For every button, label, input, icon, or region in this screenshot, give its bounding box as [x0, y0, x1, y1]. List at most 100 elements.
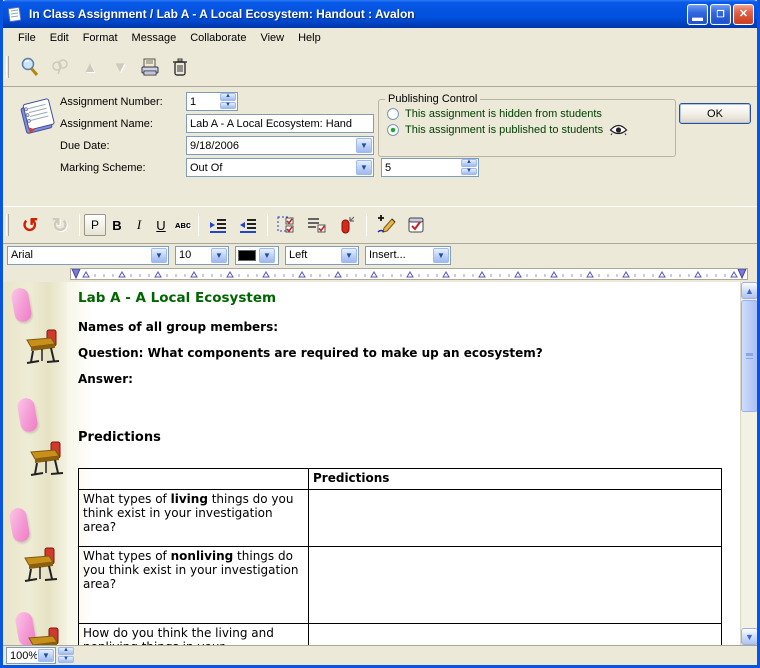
menu-format[interactable]: Format: [76, 30, 125, 46]
question-cell: What types of nonliving things do you th…: [79, 547, 309, 624]
menu-collaborate[interactable]: Collaborate: [183, 30, 253, 46]
maximize-button[interactable]: ❐: [710, 4, 731, 25]
checklist-icon[interactable]: [304, 212, 330, 238]
eye-icon: [609, 124, 628, 136]
document-title: Lab A - A Local Ecosystem: [78, 290, 276, 306]
scrollbar-thumb[interactable]: [741, 300, 757, 412]
font-size-select[interactable]: 10 ▼: [175, 246, 229, 265]
answer-cell[interactable]: [309, 624, 722, 646]
font-toolbar: Arial ▼ 10 ▼ ▼ Left ▼ Insert... ▼: [3, 244, 757, 266]
desk-clipart: [27, 440, 67, 478]
assignment-name-input[interactable]: Lab A - A Local Ecosystem: Hand: [186, 114, 374, 133]
marking-points-stepper[interactable]: 5 ▲▼: [381, 158, 479, 177]
answer-cell[interactable]: [309, 547, 722, 624]
radio-icon[interactable]: [387, 124, 399, 136]
marking-scheme-select[interactable]: Out Of ▼: [186, 158, 374, 177]
table-header-row: Predictions: [79, 469, 722, 490]
move-up-icon-disabled: ▲: [77, 54, 103, 80]
predictions-heading: Predictions: [78, 430, 161, 445]
radio-icon[interactable]: [387, 108, 399, 120]
due-date-select[interactable]: 9/18/2006 ▼: [186, 136, 374, 155]
answer-cell[interactable]: [309, 490, 722, 547]
annotate-icon[interactable]: [373, 212, 399, 238]
zoom-stepper[interactable]: ▲▼: [58, 647, 74, 664]
radio-hidden-from-students[interactable]: This assignment is hidden from students: [387, 108, 675, 120]
chevron-down-icon[interactable]: ▼: [211, 248, 227, 263]
scroll-up-icon[interactable]: ▲: [741, 282, 757, 299]
outdent-icon[interactable]: [235, 212, 261, 238]
marking-scheme-label: Marking Scheme:: [60, 162, 146, 174]
question-cell: What types of living things do you think…: [79, 490, 309, 547]
chevron-down-icon[interactable]: ▼: [151, 248, 167, 263]
close-button[interactable]: ✕: [733, 4, 754, 25]
search-icon[interactable]: [17, 54, 43, 80]
editor-toolbar: ↺ ↻ P B I U ᴀʙᴄ: [3, 206, 757, 244]
indent-icon[interactable]: [205, 212, 231, 238]
assignment-form: Assignment Number: Assignment Name: Due …: [3, 87, 757, 206]
toolbar-grip[interactable]: [6, 56, 9, 78]
find-next-icon-disabled: [47, 54, 73, 80]
main-toolbar: ▲ ▼: [3, 48, 757, 87]
italic-button[interactable]: I: [128, 214, 150, 236]
question-cell: How do you think the living and nonlivin…: [79, 624, 309, 646]
eraser-clipart: [10, 287, 33, 323]
underline-button[interactable]: U: [150, 214, 172, 236]
assignment-number-label: Assignment Number:: [60, 96, 163, 108]
assignment-icon: [13, 93, 59, 139]
table-row: What types of nonliving things do you th…: [79, 547, 722, 624]
menu-file[interactable]: File: [11, 30, 43, 46]
font-color-select[interactable]: ▼: [235, 246, 279, 265]
alignment-select[interactable]: Left ▼: [285, 246, 359, 265]
ruler[interactable]: [70, 268, 748, 280]
ok-button[interactable]: OK: [679, 103, 751, 124]
header-cell-predictions: Predictions: [309, 469, 722, 490]
document-content[interactable]: Lab A - A Local Ecosystem Names of all g…: [78, 282, 738, 645]
chevron-down-icon[interactable]: ▼: [356, 138, 372, 153]
doc-line-names: Names of all group members:: [78, 320, 278, 334]
menu-edit[interactable]: Edit: [43, 30, 76, 46]
menu-message[interactable]: Message: [125, 30, 184, 46]
publishing-control-group: Publishing Control This assignment is hi…: [378, 93, 676, 157]
minimize-button[interactable]: ▬: [687, 4, 708, 25]
doc-line-question: Question: What components are required t…: [78, 346, 543, 360]
insert-select[interactable]: Insert... ▼: [365, 246, 451, 265]
print-icon[interactable]: [137, 54, 163, 80]
desk-clipart: [25, 626, 65, 645]
special-text-icon-disabled: ᴀʙᴄ: [172, 214, 194, 236]
redo-icon-disabled: ↻: [47, 212, 73, 238]
chevron-down-icon[interactable]: ▼: [341, 248, 357, 263]
margin-decorations: [3, 282, 67, 645]
assignment-name-label: Assignment Name:: [60, 118, 153, 130]
menu-view[interactable]: View: [253, 30, 291, 46]
paragraph-button[interactable]: P: [84, 214, 106, 236]
bold-button[interactable]: B: [106, 214, 128, 236]
font-family-select[interactable]: Arial ▼: [7, 246, 169, 265]
desk-clipart: [23, 328, 63, 366]
delete-icon[interactable]: [167, 54, 193, 80]
chevron-down-icon[interactable]: ▼: [356, 160, 372, 175]
record-audio-icon[interactable]: [334, 212, 360, 238]
undo-icon[interactable]: ↺: [17, 212, 43, 238]
number-spin-buttons[interactable]: ▲▼: [220, 93, 236, 110]
menu-help[interactable]: Help: [291, 30, 328, 46]
toolbar-grip[interactable]: [6, 214, 9, 236]
chevron-down-icon[interactable]: ▼: [259, 248, 275, 263]
chevron-down-icon[interactable]: ▼: [433, 248, 449, 263]
select-items-icon[interactable]: [274, 212, 300, 238]
table-row: How do you think the living and nonlivin…: [79, 624, 722, 646]
radio-published-to-students[interactable]: This assignment is published to students: [387, 124, 675, 136]
eraser-clipart: [8, 507, 31, 543]
predictions-table[interactable]: Predictions What types of living things …: [78, 468, 722, 645]
ruler-row: [3, 266, 757, 282]
window-title: In Class Assignment / Lab A - A Local Ec…: [29, 7, 685, 21]
chevron-down-icon[interactable]: ▼: [38, 649, 54, 662]
title-bar[interactable]: In Class Assignment / Lab A - A Local Ec…: [0, 0, 760, 28]
document-area[interactable]: Lab A - A Local Ecosystem Names of all g…: [3, 282, 757, 645]
assignment-number-stepper[interactable]: 1 ▲▼: [186, 92, 238, 111]
scroll-down-icon[interactable]: ▼: [741, 628, 757, 645]
vertical-scrollbar[interactable]: ▲ ▼: [740, 282, 757, 645]
zoom-select[interactable]: 100% ▼: [6, 647, 56, 664]
task-complete-icon[interactable]: [403, 212, 429, 238]
points-spin-buttons[interactable]: ▲▼: [461, 159, 477, 176]
menu-bar: File Edit Format Message Collaborate Vie…: [3, 28, 757, 48]
